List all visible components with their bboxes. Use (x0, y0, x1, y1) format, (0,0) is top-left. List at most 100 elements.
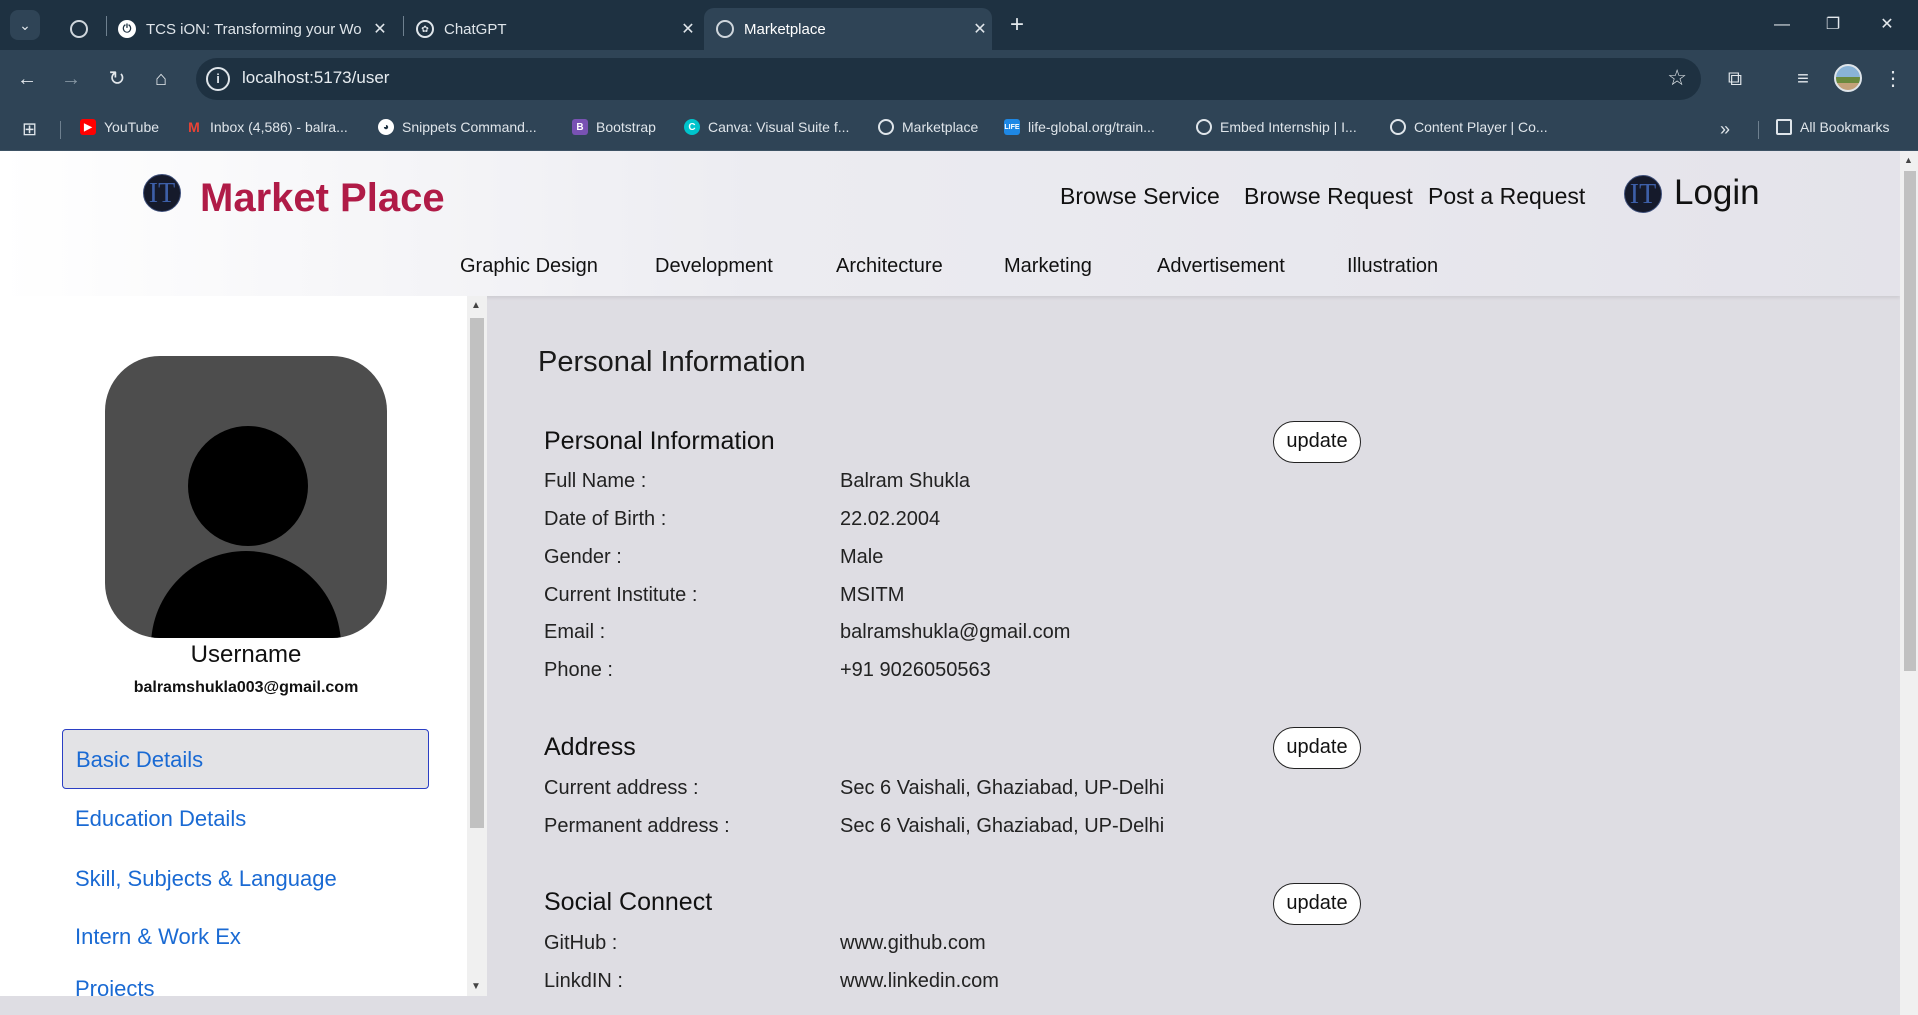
profile-avatar[interactable] (1834, 64, 1862, 92)
menu-education-details[interactable]: Education Details (62, 789, 429, 849)
tcs-ion-icon: ⏻ (118, 20, 136, 38)
address-bar[interactable]: i localhost:5173/user ☆ (196, 58, 1701, 100)
tab-pinned[interactable] (58, 8, 106, 50)
menu-intern-work-ex[interactable]: Intern & Work Ex (62, 907, 429, 967)
apps-button[interactable]: ⊞ (22, 119, 37, 140)
new-tab-button[interactable]: + (1002, 12, 1032, 38)
site-logo[interactable]: IT (143, 174, 181, 212)
page-scrollbar[interactable]: ▲ (1900, 151, 1918, 1015)
avatar-head-shape (188, 426, 308, 546)
bookmark-snippets[interactable]: ◕ Snippets Command... (378, 119, 537, 135)
chatgpt-icon: ✿ (416, 20, 434, 38)
home-button[interactable]: ⌂ (146, 64, 176, 94)
globe-icon (1196, 119, 1212, 135)
bookmark-embed-internship[interactable]: Embed Internship | I... (1196, 119, 1357, 135)
menu-basic-details[interactable]: Basic Details (62, 729, 429, 789)
page-title: Personal Information (538, 346, 806, 378)
label-full-name: Full Name : (544, 470, 647, 492)
scroll-down-icon[interactable]: ▼ (471, 981, 481, 992)
bookmark-marketplace[interactable]: Marketplace (878, 119, 978, 135)
bookmark-content-player[interactable]: Content Player | Co... (1390, 119, 1548, 135)
brand-title[interactable]: Market Place (200, 176, 445, 221)
tab-title: ChatGPT (444, 20, 507, 38)
nav-browse-service[interactable]: Browse Service (1060, 183, 1220, 210)
url-text[interactable]: localhost:5173/user (242, 68, 389, 88)
scrollbar-thumb[interactable] (1904, 171, 1916, 671)
bookmark-life-global[interactable]: LIFE life-global.org/train... (1004, 119, 1155, 135)
update-address-button[interactable]: update (1273, 727, 1361, 769)
profile-avatar-placeholder (105, 356, 387, 638)
all-bookmarks-button[interactable]: All Bookmarks (1776, 119, 1889, 135)
bookmark-bootstrap[interactable]: B Bootstrap (572, 119, 656, 135)
menu-skill-subjects-language[interactable]: Skill, Subjects & Language (62, 849, 429, 909)
reload-icon: ↻ (108, 68, 126, 90)
reload-button[interactable]: ↻ (102, 64, 132, 94)
restore-button[interactable]: ❐ (1810, 10, 1856, 40)
close-icon[interactable]: ✕ (968, 19, 992, 39)
apps-grid-icon: ⊞ (22, 119, 38, 139)
media-control-button[interactable]: ≡ (1786, 62, 1820, 96)
close-window-button[interactable]: ✕ (1864, 10, 1910, 40)
tab-chatgpt[interactable]: ✿ ChatGPT ✕ (404, 8, 700, 50)
bookmark-gmail[interactable]: M Inbox (4,586) - balra... (186, 119, 348, 135)
scroll-up-icon[interactable]: ▲ (1904, 155, 1913, 165)
category-graphic-design[interactable]: Graphic Design (460, 255, 598, 278)
tab-search-button[interactable]: ⌄ (10, 10, 40, 40)
nav-browse-request[interactable]: Browse Request (1244, 183, 1413, 210)
scrollbar-thumb[interactable] (470, 318, 484, 828)
more-bookmarks-button[interactable]: » (1720, 119, 1730, 140)
globe-icon (716, 20, 734, 38)
arrow-right-icon: → (61, 68, 81, 90)
arrow-left-icon: ← (17, 68, 37, 90)
canva-icon: C (684, 119, 700, 135)
update-personal-button[interactable]: update (1273, 421, 1361, 463)
forward-button[interactable]: → (56, 64, 86, 94)
value-linkedin[interactable]: www.linkedin.com (840, 970, 999, 993)
menu-button[interactable]: ⋮ (1876, 62, 1910, 96)
bookmark-label: life-global.org/train... (1028, 119, 1155, 135)
close-icon[interactable]: ✕ (676, 19, 700, 39)
tab-marketplace[interactable]: Marketplace ✕ (704, 8, 992, 50)
bookmark-label: Marketplace (902, 119, 979, 135)
folder-icon (1776, 119, 1792, 135)
puzzle-icon: ⧉ (1727, 68, 1743, 90)
back-button[interactable]: ← (12, 64, 42, 94)
label-current-address: Current address : (544, 777, 699, 799)
site-info-icon[interactable]: i (206, 67, 230, 91)
category-illustration[interactable]: Illustration (1347, 255, 1438, 278)
minimize-button[interactable]: — (1759, 10, 1805, 40)
profile-username: Username (190, 641, 302, 668)
sidebar-scrollbar[interactable]: ▲ ▼ (467, 296, 487, 996)
login-logo[interactable]: IT (1624, 175, 1662, 213)
bookmark-canva[interactable]: C Canva: Visual Suite f... (684, 119, 849, 135)
menu-projects[interactable]: Projects (62, 965, 429, 996)
update-social-button[interactable]: update (1273, 883, 1361, 925)
category-development[interactable]: Development (655, 255, 773, 278)
login-button[interactable]: Login (1674, 173, 1760, 213)
nav-post-request[interactable]: Post a Request (1428, 183, 1585, 210)
value-gender: Male (840, 546, 884, 568)
category-marketing[interactable]: Marketing (1004, 255, 1092, 278)
bootstrap-icon: B (572, 119, 588, 135)
extensions-button[interactable]: ⧉ (1718, 62, 1752, 96)
scroll-up-icon[interactable]: ▲ (471, 300, 481, 311)
tab-title: TCS iON: Transforming your Wo (146, 20, 362, 38)
close-icon[interactable]: ✕ (368, 19, 392, 39)
plus-icon: + (1009, 11, 1024, 38)
bookmark-label: All Bookmarks (1800, 119, 1890, 135)
home-icon: ⌂ (154, 68, 168, 90)
category-architecture[interactable]: Architecture (836, 255, 943, 278)
value-institute: MSITM (840, 584, 905, 606)
label-linkedin: LinkdIN : (544, 970, 623, 992)
minimize-icon: — (1774, 16, 1790, 33)
playlist-icon: ≡ (1797, 68, 1809, 90)
value-full-name: Balram Shukla (840, 470, 971, 492)
bookmark-star-icon[interactable]: ☆ (1667, 65, 1687, 91)
bookmark-youtube[interactable]: ▶ YouTube (80, 119, 159, 135)
label-institute: Current Institute : (544, 584, 698, 606)
tab-tcs-ion[interactable]: ⏻ TCS iON: Transforming your Wo ✕ (106, 8, 392, 50)
value-github[interactable]: www.github.com (840, 932, 986, 955)
bookmark-label: Inbox (4,586) - balra... (210, 119, 348, 135)
category-advertisement[interactable]: Advertisement (1157, 255, 1285, 278)
label-email: Email : (544, 621, 606, 643)
